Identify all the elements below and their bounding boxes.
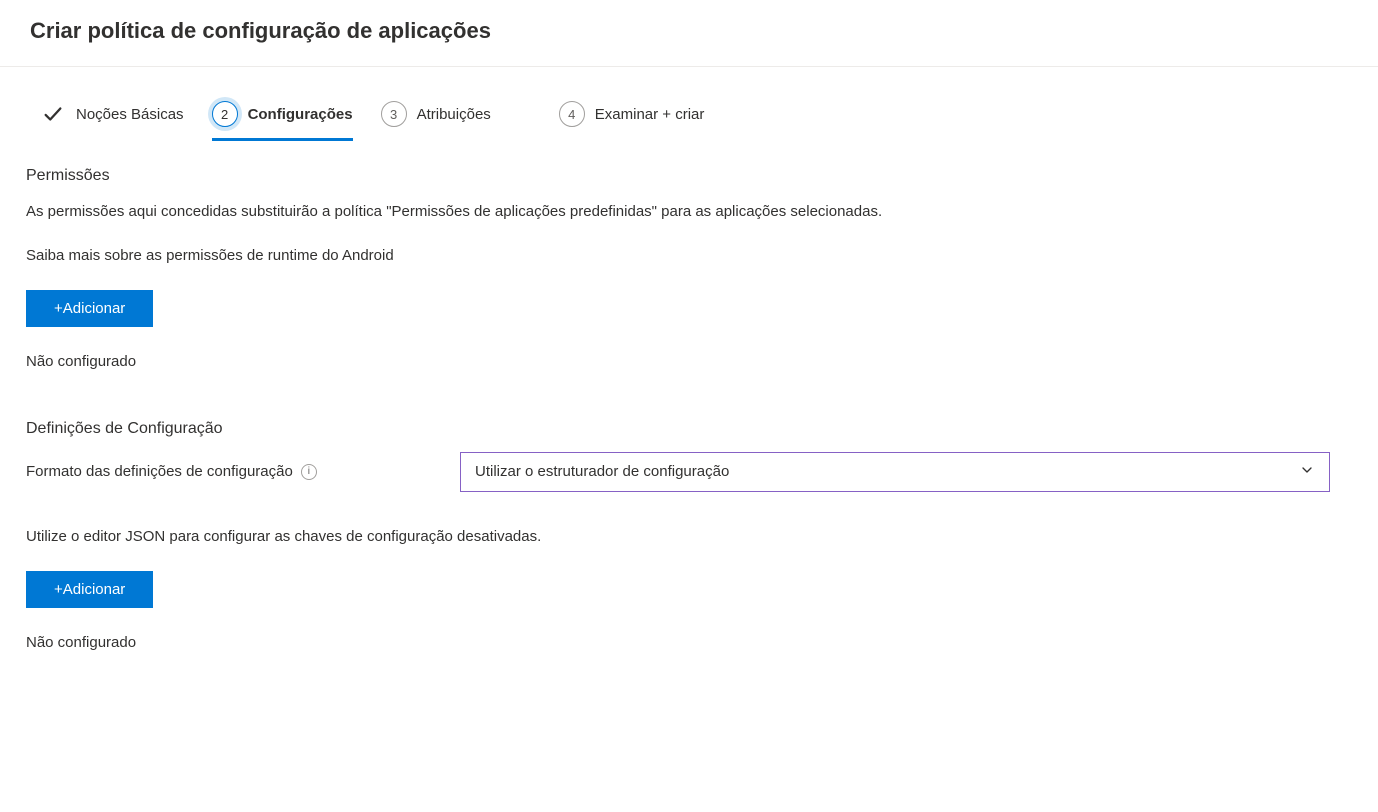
config-format-label-wrap: Formato das definições de configuração i — [26, 463, 436, 480]
permissions-section: Permissões As permissões aqui concedidas… — [22, 137, 1356, 651]
info-icon[interactable]: i — [301, 464, 317, 480]
permissions-description: As permissões aqui concedidas substituir… — [26, 201, 1352, 223]
chevron-down-icon — [1299, 462, 1315, 482]
step-assignments[interactable]: 3 Atribuições — [381, 101, 491, 127]
check-icon — [40, 101, 66, 127]
config-format-label: Formato das definições de configuração — [26, 463, 293, 480]
config-settings-title: Definições de Configuração — [26, 420, 1352, 438]
step-num-2: 2 — [212, 101, 238, 127]
step-basics-label: Noções Básicas — [76, 106, 184, 123]
config-helper-text: Utilize o editor JSON para configurar as… — [26, 528, 1352, 545]
config-format-row: Formato das definições de configuração i… — [26, 452, 1352, 492]
step-review[interactable]: 4 Examinar + criar — [559, 101, 705, 127]
page-title: Criar política de configuração de aplica… — [30, 18, 1348, 44]
content-area: Noções Básicas 2 Configurações 3 Atribui… — [0, 67, 1378, 651]
step-review-label: Examinar + criar — [595, 106, 705, 123]
step-num-3: 3 — [381, 101, 407, 127]
permissions-title: Permissões — [26, 167, 1352, 185]
permissions-status: Não configurado — [26, 353, 1352, 370]
active-step-underline — [212, 138, 353, 141]
step-num-4: 4 — [559, 101, 585, 127]
config-status: Não configurado — [26, 634, 1352, 651]
config-add-button[interactable]: +Adicionar — [26, 571, 153, 608]
config-format-select[interactable]: Utilizar o estruturador de configuração — [460, 452, 1330, 492]
step-basics[interactable]: Noções Básicas — [40, 101, 184, 127]
wizard-stepper: Noções Básicas 2 Configurações 3 Atribui… — [22, 67, 1356, 137]
page-header: Criar política de configuração de aplica… — [0, 0, 1378, 67]
permissions-add-button[interactable]: +Adicionar — [26, 290, 153, 327]
step-configurations-label: Configurações — [248, 106, 353, 123]
config-format-selected-value: Utilizar o estruturador de configuração — [475, 463, 729, 480]
step-configurations[interactable]: 2 Configurações — [212, 101, 353, 127]
step-assignments-label: Atribuições — [417, 106, 491, 123]
permissions-learn-more-link[interactable]: Saiba mais sobre as permissões de runtim… — [26, 247, 1352, 264]
